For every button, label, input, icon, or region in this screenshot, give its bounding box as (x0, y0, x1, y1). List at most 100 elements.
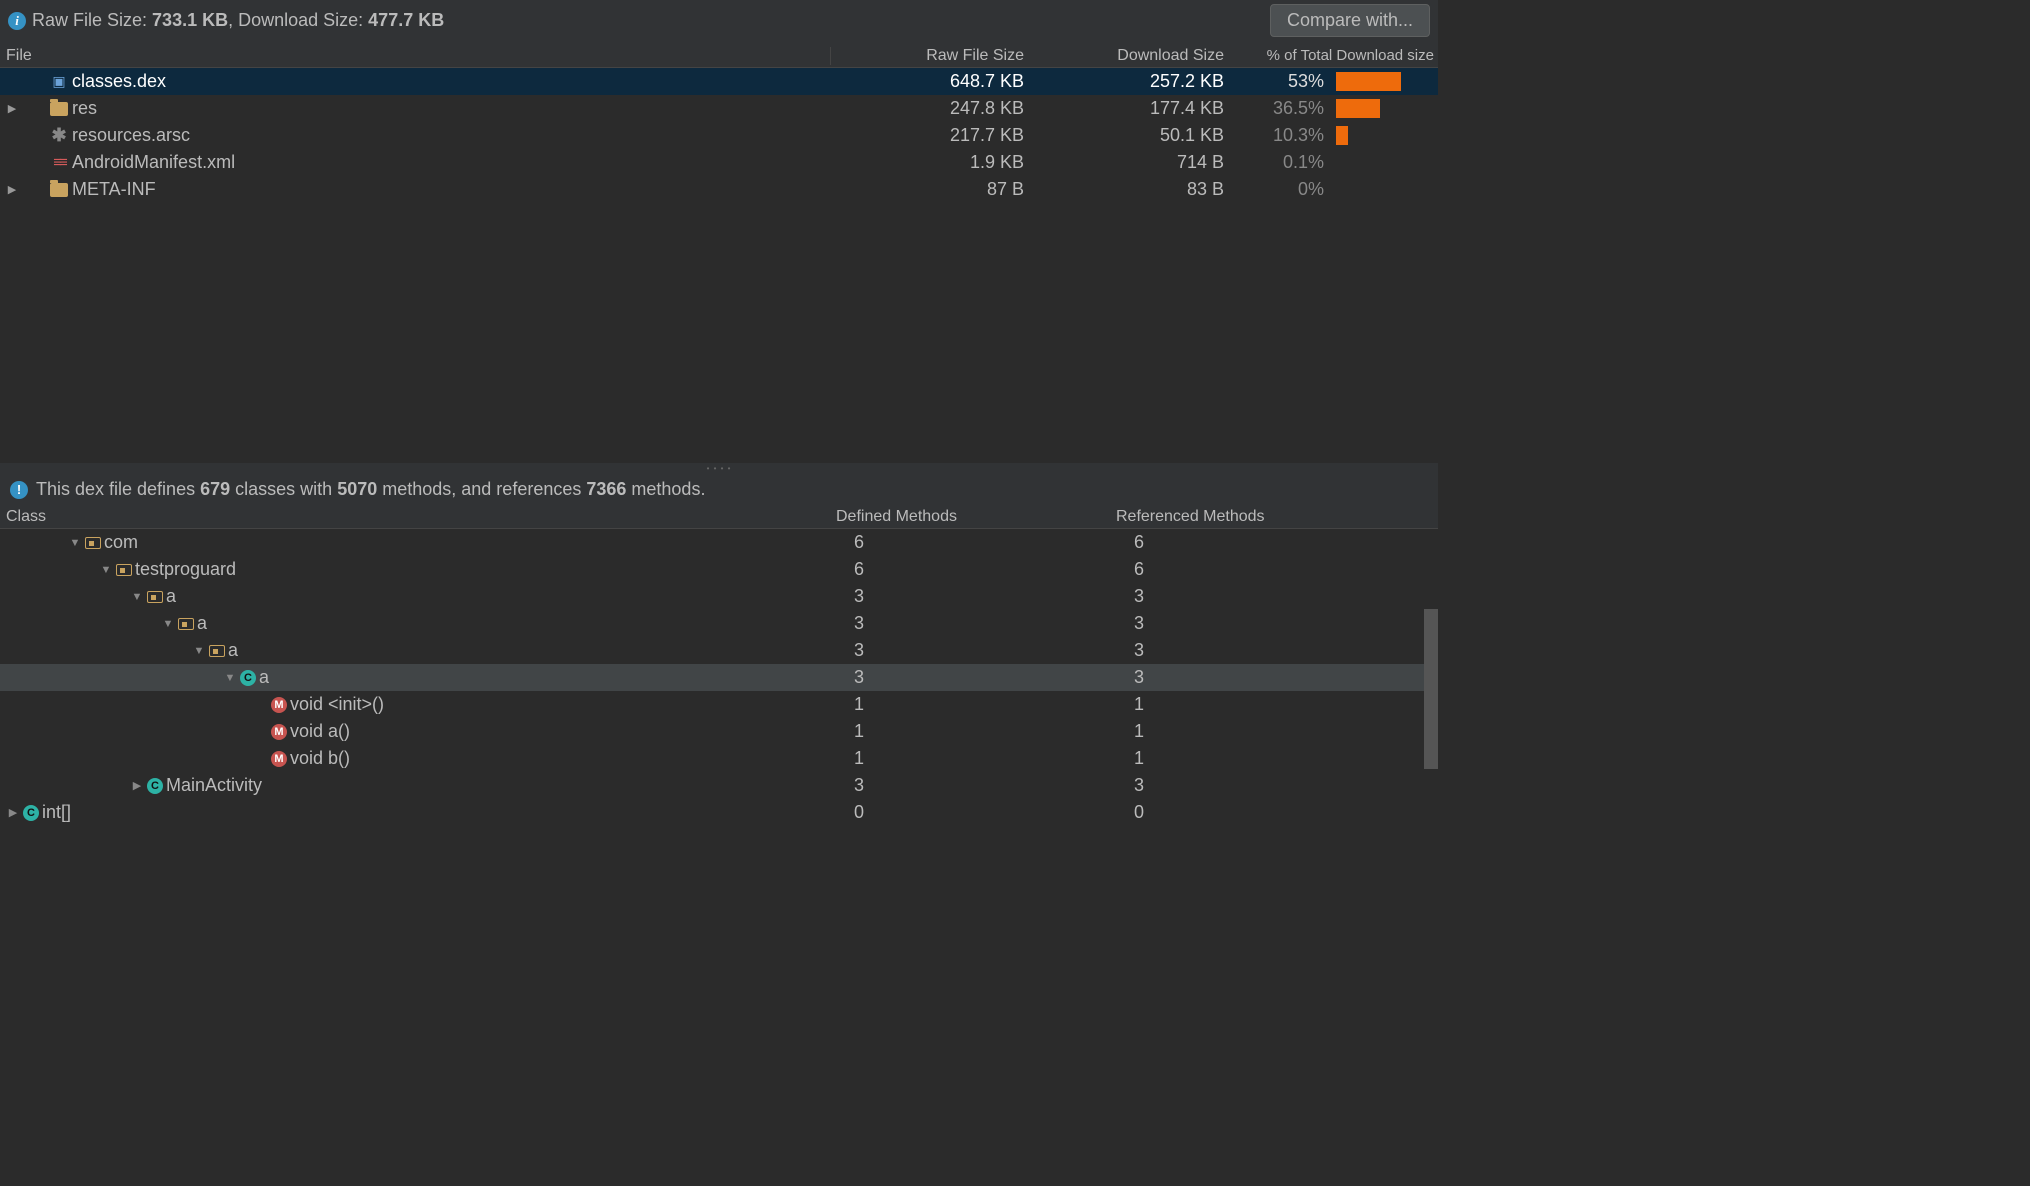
package-icon (116, 564, 132, 576)
referenced-methods: 0 (1110, 802, 1390, 823)
dex-methods: 5070 (337, 479, 377, 499)
class-name: testproguard (135, 559, 236, 580)
defined-methods: 3 (830, 613, 1110, 634)
file-row[interactable]: ✱resources.arsc217.7 KB50.1 KB10.3% (0, 122, 1438, 149)
referenced-methods: 1 (1110, 721, 1390, 742)
col-raw-size[interactable]: Raw File Size (830, 47, 1030, 65)
referenced-methods: 1 (1110, 748, 1390, 769)
col-pct-download[interactable]: % of Total Download size (1230, 47, 1440, 65)
download-size: 257.2 KB (1030, 71, 1230, 92)
class-icon: C (240, 670, 256, 686)
class-icon: C (23, 805, 39, 821)
file-row[interactable]: ≡≡AndroidManifest.xml1.9 KB714 B0.1% (0, 149, 1438, 176)
pct-download: 53% (1230, 71, 1330, 92)
file-name: META-INF (72, 179, 156, 200)
pct-download: 0.1% (1230, 152, 1330, 173)
info-icon: i (8, 12, 26, 30)
download-size: 50.1 KB (1030, 125, 1230, 146)
raw-file-size: 648.7 KB (830, 71, 1030, 92)
dex-summary: ! This dex file defines 679 classes with… (0, 473, 1438, 506)
class-row[interactable]: ▼ com66 (0, 529, 1438, 556)
tree-arrow-icon[interactable]: ▼ (68, 537, 82, 549)
class-row[interactable]: ▼ a 33 (0, 583, 1438, 610)
defined-methods: 1 (830, 748, 1110, 769)
dex-classes: 679 (200, 479, 230, 499)
tree-arrow-icon[interactable]: ▼ (192, 645, 206, 657)
class-row[interactable]: ▼ a33 (0, 637, 1438, 664)
referenced-methods: 1 (1110, 694, 1390, 715)
defined-methods: 3 (830, 586, 1110, 607)
pct-bar-cell (1330, 126, 1440, 145)
folder-icon (50, 102, 68, 116)
pct-bar (1336, 99, 1380, 118)
class-row[interactable]: ▶C MainActivity 33 (0, 772, 1438, 799)
method-icon: M (271, 697, 287, 713)
referenced-methods: 3 (1110, 613, 1390, 634)
class-name: void b() (290, 748, 350, 769)
download-size: 83 B (1030, 179, 1230, 200)
col-class[interactable]: Class (0, 508, 830, 526)
expand-arrow-icon[interactable]: ▶ (6, 183, 18, 196)
splitter-handle-icon: • • • • (707, 464, 732, 473)
raw-file-size: 1.9 KB (830, 152, 1030, 173)
raw-size-label: Raw File Size: (32, 10, 152, 30)
col-defined-methods[interactable]: Defined Methods (830, 508, 1110, 526)
raw-file-size: 87 B (830, 179, 1030, 200)
file-table[interactable]: ▣classes.dex 648.7 KB257.2 KB53% ▶res247.8… (0, 68, 1438, 463)
compare-with-button[interactable]: Compare with... (1270, 4, 1430, 37)
defined-methods: 6 (830, 532, 1110, 553)
tree-arrow-icon[interactable]: ▼ (161, 618, 175, 630)
defined-methods: 1 (830, 721, 1110, 742)
pct-download: 36.5% (1230, 98, 1330, 119)
class-name: a (166, 586, 176, 607)
class-name: com (104, 532, 138, 553)
defined-methods: 3 (830, 667, 1110, 688)
class-row[interactable]: M void <init>()11 (0, 691, 1438, 718)
tree-arrow-icon[interactable]: ▶ (6, 806, 20, 819)
download-size-label: , Download Size: (228, 10, 368, 30)
class-row[interactable]: M void a()11 (0, 718, 1438, 745)
tree-arrow-icon[interactable]: ▶ (130, 779, 144, 792)
col-referenced-methods[interactable]: Referenced Methods (1110, 508, 1390, 526)
dex-file-icon: ▣ (50, 73, 68, 91)
summary-bar: i Raw File Size: 733.1 KB, Download Size… (0, 0, 1438, 45)
referenced-methods: 3 (1110, 775, 1390, 796)
class-row[interactable]: ▼C a33 (0, 664, 1438, 691)
download-size-value: 477.7 KB (368, 10, 444, 30)
class-name: MainActivity (166, 775, 262, 796)
vertical-scrollbar[interactable] (1424, 609, 1438, 769)
horizontal-splitter[interactable]: • • • • (0, 463, 1438, 473)
class-name: a (228, 640, 238, 661)
tree-arrow-icon[interactable]: ▼ (130, 591, 144, 603)
defined-methods: 3 (830, 775, 1110, 796)
pct-bar (1336, 72, 1401, 91)
col-download-size[interactable]: Download Size (1030, 47, 1230, 65)
method-icon: M (271, 724, 287, 740)
class-row[interactable]: M void b()11 (0, 745, 1438, 772)
manifest-file-icon: ≡≡ (50, 154, 68, 172)
class-row[interactable]: ▼ a33 (0, 610, 1438, 637)
defined-methods: 6 (830, 559, 1110, 580)
info-exclaim-icon: ! (10, 481, 28, 499)
defined-methods: 0 (830, 802, 1110, 823)
col-file[interactable]: File (0, 47, 830, 65)
pct-bar-cell (1330, 72, 1440, 91)
class-table[interactable]: ▼ com66▼ testproguard66▼ a33▼ a33▼ a33▼C… (0, 529, 1438, 826)
file-name: resources.arsc (72, 125, 190, 146)
tree-arrow-icon[interactable]: ▼ (223, 672, 237, 684)
pct-bar-cell (1330, 153, 1440, 172)
class-name: int[] (42, 802, 71, 823)
tree-arrow-icon[interactable]: ▼ (99, 564, 113, 576)
referenced-methods: 3 (1110, 586, 1390, 607)
file-row[interactable]: ▶META-INF87 B83 B0% (0, 176, 1438, 203)
class-name: void <init>() (290, 694, 384, 715)
file-name: classes.dex (72, 71, 166, 92)
class-icon: C (147, 778, 163, 794)
class-row[interactable]: ▼ testproguard66 (0, 556, 1438, 583)
class-row[interactable]: ▶C int[] 00 (0, 799, 1438, 826)
file-row[interactable]: ▶res247.8 KB177.4 KB36.5% (0, 95, 1438, 122)
package-icon (147, 591, 163, 603)
expand-arrow-icon[interactable]: ▶ (6, 102, 18, 115)
file-table-header: File Raw File Size Download Size % of To… (0, 45, 1438, 68)
file-row[interactable]: ▣classes.dex 648.7 KB257.2 KB53% (0, 68, 1438, 95)
